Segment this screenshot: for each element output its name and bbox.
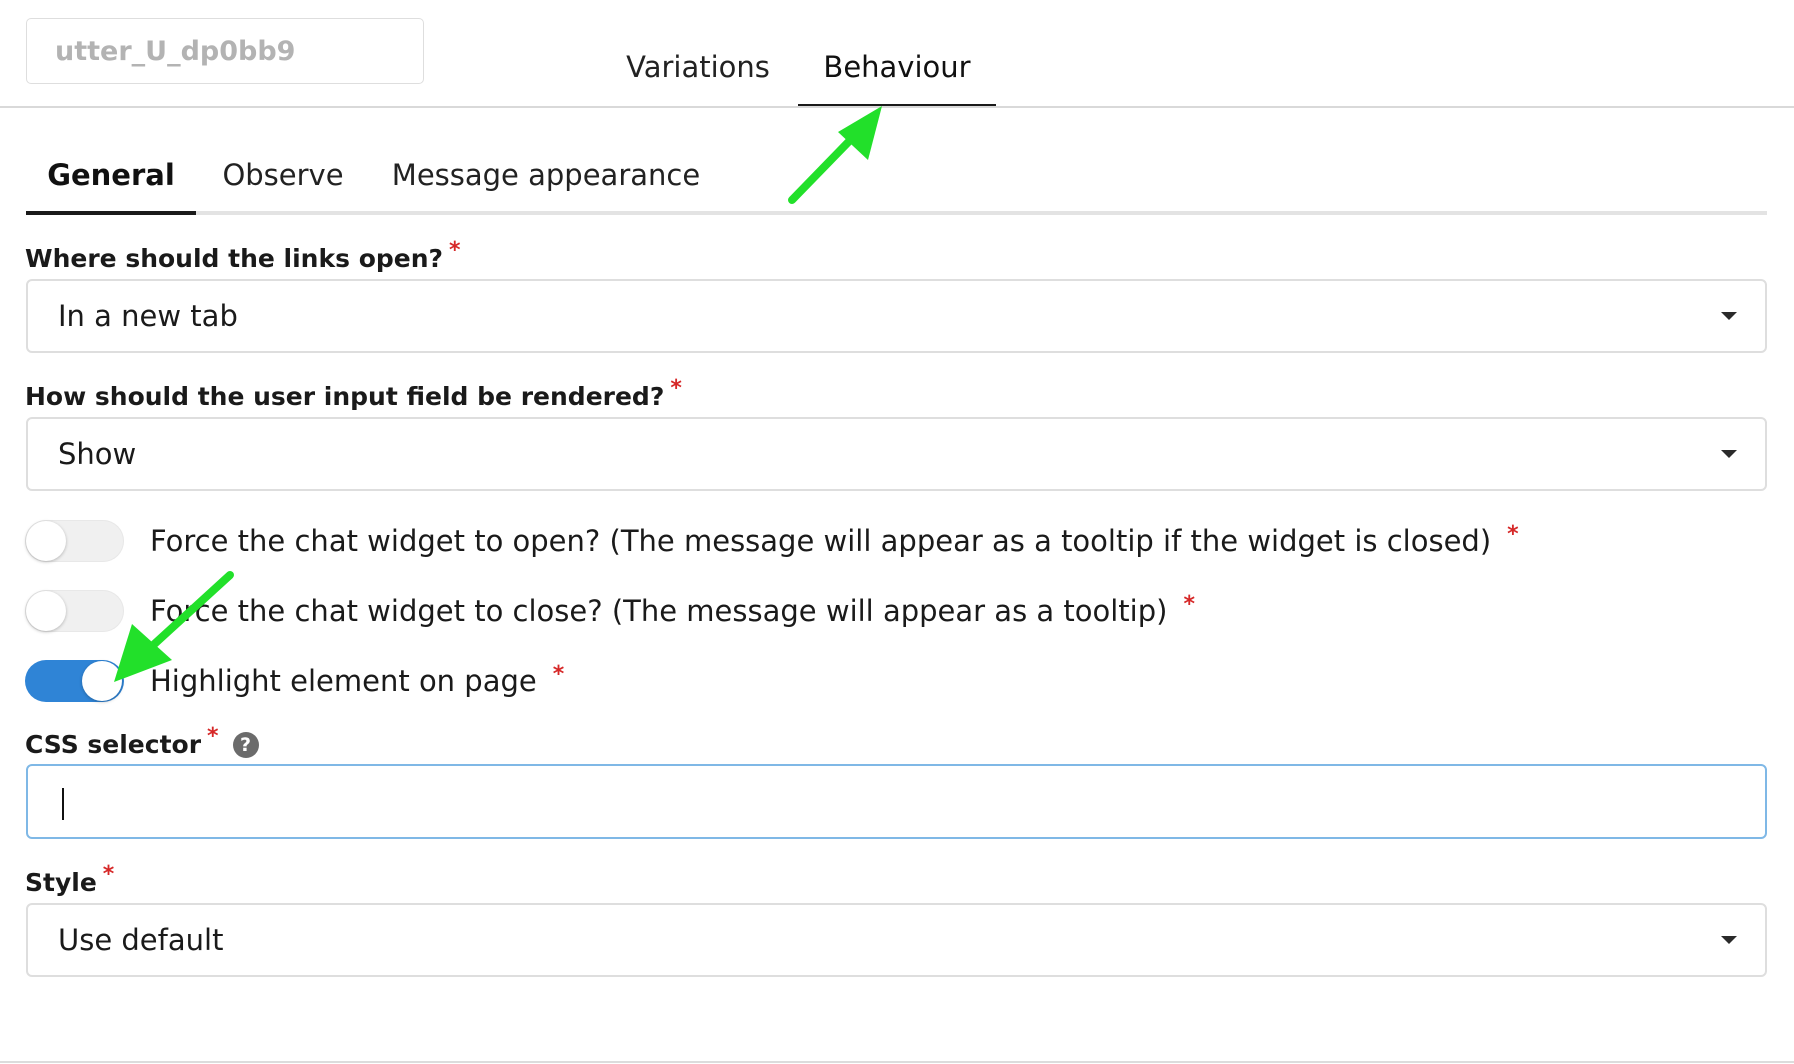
input-field-select[interactable]: Show — [26, 417, 1767, 491]
subtab-general[interactable]: General — [26, 152, 196, 215]
help-icon[interactable]: ? — [232, 732, 259, 758]
text-cursor — [62, 788, 64, 820]
links-open-select[interactable]: In a new tab — [26, 279, 1767, 353]
style-select[interactable]: Use default — [26, 903, 1767, 977]
input-field-value: Show — [58, 437, 137, 471]
css-selector-label-text: CSS selector — [25, 730, 202, 759]
force-close-label: Force the chat widget to close? (The mes… — [150, 592, 1195, 628]
tab-variations-label: Variations — [626, 50, 770, 84]
style-value: Use default — [58, 923, 224, 957]
force-close-toggle[interactable] — [25, 590, 124, 632]
annotation-arrow-icon — [788, 106, 882, 204]
tab-behaviour-label: Behaviour — [823, 50, 971, 84]
force-open-label-text: Force the chat widget to open? (The mess… — [150, 524, 1492, 558]
css-selector-input[interactable] — [26, 764, 1767, 839]
style-label-text: Style — [25, 868, 97, 897]
subtab-general-label: General — [47, 158, 175, 192]
highlight-element-label-text: Highlight element on page — [150, 664, 537, 698]
required-asterisk: * — [1183, 592, 1195, 617]
panel-bottom-border — [0, 1061, 1794, 1063]
response-name-value: utter_U_dp0bb9 — [55, 35, 296, 67]
caret-down-icon — [1721, 450, 1737, 458]
subtab-message-appearance-label: Message appearance — [391, 158, 701, 192]
force-open-toggle[interactable] — [25, 520, 124, 562]
subtab-observe-label: Observe — [222, 158, 344, 192]
input-field-label-text: How should the user input field be rende… — [25, 382, 665, 411]
toggle-knob — [82, 661, 122, 701]
input-field-label: How should the user input field be rende… — [25, 376, 682, 411]
required-asterisk: * — [207, 724, 219, 749]
subtab-observe[interactable]: Observe — [210, 152, 356, 215]
header-divider — [0, 106, 1794, 108]
caret-down-icon — [1721, 936, 1737, 944]
style-label: Style * — [25, 862, 114, 897]
force-open-label: Force the chat widget to open? (The mess… — [150, 522, 1519, 558]
tab-behaviour[interactable]: Behaviour — [798, 44, 996, 108]
subtab-message-appearance[interactable]: Message appearance — [386, 152, 706, 215]
highlight-element-label: Highlight element on page * — [150, 662, 565, 698]
response-name-field[interactable]: utter_U_dp0bb9 — [26, 18, 424, 84]
force-close-label-text: Force the chat widget to close? (The mes… — [150, 594, 1168, 628]
required-asterisk: * — [552, 662, 565, 687]
caret-down-icon — [1721, 312, 1737, 320]
toggle-knob — [26, 591, 66, 631]
tab-variations[interactable]: Variations — [600, 44, 796, 108]
required-asterisk: * — [1507, 522, 1519, 547]
highlight-element-toggle[interactable] — [25, 660, 124, 702]
required-asterisk: * — [449, 238, 461, 263]
links-open-value: In a new tab — [58, 299, 238, 333]
links-open-label: Where should the links open? * — [25, 238, 461, 273]
links-open-label-text: Where should the links open? — [25, 244, 444, 273]
toggle-knob — [26, 521, 66, 561]
required-asterisk: * — [670, 376, 682, 401]
required-asterisk: * — [102, 862, 115, 887]
css-selector-label: CSS selector *? — [25, 724, 259, 759]
